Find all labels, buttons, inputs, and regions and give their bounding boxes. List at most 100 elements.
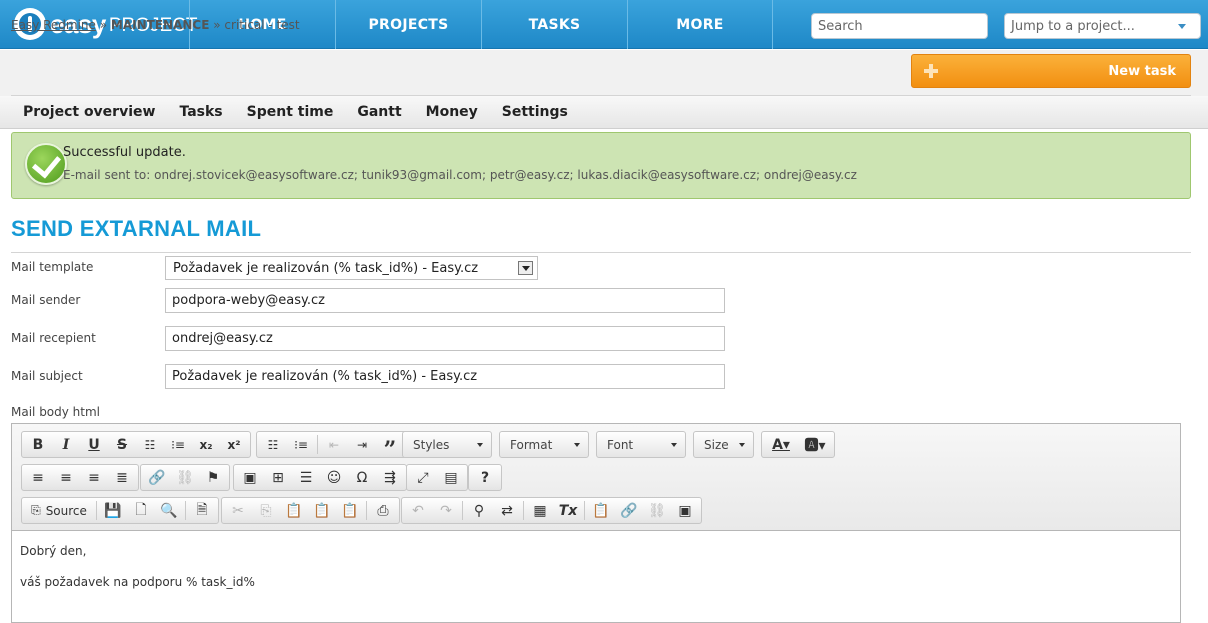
search-input[interactable] [811, 13, 988, 39]
text-color-icon[interactable]: A▾ [764, 431, 798, 458]
mail-sender-label: Mail sender [11, 293, 81, 307]
outdent-icon[interactable]: ⇤ [320, 431, 348, 458]
unlink-icon[interactable]: ⛓ [643, 497, 671, 524]
source-button[interactable]: ⎘ Source [24, 497, 94, 524]
mail-subject-input[interactable] [165, 364, 725, 389]
redo-icon[interactable]: ↷ [432, 497, 460, 524]
undo-icon[interactable]: ↶ [404, 497, 432, 524]
underline-icon[interactable]: U [80, 431, 108, 458]
italic-icon[interactable]: I [52, 431, 80, 458]
flash-title: Successful update. [63, 145, 186, 160]
tab-gantt[interactable]: Gantt [357, 104, 401, 120]
breadcrumb-project[interactable]: MAINTENANCE [111, 18, 210, 32]
horizontal-line-icon[interactable]: ☰ [292, 464, 320, 491]
mail-recipient-label: Mail recepient [11, 331, 96, 345]
align-left-icon[interactable]: ≡ [24, 464, 52, 491]
page-break-icon[interactable]: ⇶ [376, 464, 404, 491]
templates-icon[interactable]: 🗎 [188, 497, 216, 524]
breadcrumb-root-link[interactable]: Easy Redmine [11, 18, 96, 32]
remove-format-icon[interactable]: Tx [554, 497, 582, 524]
jump-to-project-select[interactable]: Jump to a project... [1004, 13, 1201, 39]
clipboard-group: ✂ ⎘ 📋 📋 📋 ⎙ [221, 497, 400, 524]
mail-sender-input[interactable] [165, 288, 725, 313]
paragraph-group: ☷ ⁝≡ ⇤ ⇥ ” [256, 431, 407, 461]
color-group: A▾ 🅰▾ [761, 431, 835, 458]
tab-settings[interactable]: Settings [502, 104, 568, 120]
superscript-icon[interactable]: x² [220, 431, 248, 458]
blockquote-icon[interactable]: ” [376, 431, 404, 461]
toolbar-separator [317, 435, 318, 454]
tab-money[interactable]: Money [426, 104, 478, 120]
help-icon[interactable]: ? [471, 464, 499, 491]
special-char-icon[interactable]: Ω [348, 464, 376, 491]
nav-more[interactable]: MORE [627, 0, 773, 49]
numbered-list-icon[interactable]: ☷ [136, 431, 164, 458]
tab-tasks[interactable]: Tasks [179, 104, 222, 120]
image-icon[interactable]: ▣ [671, 497, 699, 524]
mail-subject-label: Mail subject [11, 369, 83, 383]
editor-content[interactable]: Dobrý den, váš požadavek na podporu % ta… [20, 544, 255, 606]
smiley-icon[interactable]: ☺ [320, 464, 348, 491]
find-icon[interactable]: ⚲ [465, 497, 493, 524]
numbered-list-icon[interactable]: ☷ [259, 431, 287, 458]
breadcrumb-task: critical - test [224, 18, 300, 32]
background-color-icon[interactable]: 🅰▾ [798, 431, 832, 458]
source-icon: ⎘ [31, 503, 41, 517]
tab-project-overview[interactable]: Project overview [23, 104, 155, 120]
size-dropdown[interactable]: Size [693, 431, 754, 458]
breadcrumb-separator: » [213, 18, 221, 32]
page-title: SEND EXTARNAL MAIL [11, 216, 262, 241]
indent-icon[interactable]: ⇥ [348, 431, 376, 458]
bulleted-list-icon[interactable]: ⁝≡ [164, 431, 192, 458]
jump-placeholder: Jump to a project... [1011, 18, 1135, 34]
show-blocks-icon[interactable]: ▤ [437, 464, 465, 491]
font-dropdown[interactable]: Font [596, 431, 686, 458]
table-icon[interactable]: ⊞ [264, 464, 292, 491]
strikethrough-icon[interactable]: S [108, 431, 136, 458]
paste-word-icon[interactable]: 📋 [336, 497, 364, 524]
body-line: váš požadavek na podporu % task_id% [20, 575, 255, 589]
checkmark-icon [25, 143, 67, 185]
styles-dropdown[interactable]: Styles [402, 431, 492, 458]
new-task-button[interactable]: New task [911, 54, 1191, 88]
link-icon[interactable]: 🔗 [615, 497, 643, 524]
mail-recipient-input[interactable] [165, 326, 725, 351]
paste-icon[interactable]: 📋 [280, 497, 308, 524]
chevron-down-icon [518, 261, 533, 275]
select-all-icon[interactable]: ▦ [526, 497, 554, 524]
mail-template-select[interactable]: Požadavek je realizován (% task_id%) - E… [165, 256, 538, 280]
unlink-icon[interactable]: ⛓ [171, 464, 199, 491]
mail-body-label: Mail body html [11, 405, 101, 419]
nav-tasks[interactable]: TASKS [481, 0, 627, 49]
format-dropdown[interactable]: Format [499, 431, 589, 458]
project-menu: Project overview Tasks Spent time Gantt … [0, 96, 1208, 129]
subscript-icon[interactable]: x₂ [192, 431, 220, 458]
image-icon[interactable]: ▣ [236, 464, 264, 491]
replace-icon[interactable]: ⇄ [493, 497, 521, 524]
bulleted-list-icon[interactable]: ⁝≡ [287, 431, 315, 458]
breadcrumb-separator: » [99, 18, 108, 32]
paste-text-icon[interactable]: 📋 [308, 497, 336, 524]
toolbar-separator [366, 501, 367, 520]
nav-projects[interactable]: PROJECTS [335, 0, 481, 49]
links-group: 🔗 ⛓ ⚑ [140, 464, 230, 491]
toolbar-separator [584, 501, 585, 520]
copy-icon[interactable]: ⎘ [252, 497, 280, 524]
preview-icon[interactable]: 🔍 [155, 497, 183, 524]
paste-icon[interactable]: 📋 [587, 497, 615, 524]
align-center-icon[interactable]: ≡ [52, 464, 80, 491]
print-icon[interactable]: ⎙ [369, 497, 397, 524]
align-right-icon[interactable]: ≡ [80, 464, 108, 491]
save-icon[interactable]: 💾 [99, 497, 127, 524]
maximize-icon[interactable]: ⤢ [409, 464, 437, 491]
new-page-icon[interactable]: 🗋 [127, 497, 155, 524]
source-label: Source [45, 503, 87, 518]
success-flash: Successful update. E-mail sent to: ondre… [11, 132, 1191, 199]
cut-icon[interactable]: ✂ [224, 497, 252, 524]
anchor-flag-icon[interactable]: ⚑ [199, 464, 227, 491]
tab-spent-time[interactable]: Spent time [247, 104, 334, 120]
link-icon[interactable]: 🔗 [143, 464, 171, 491]
bold-icon[interactable]: B [24, 431, 52, 458]
justify-icon[interactable]: ≣ [108, 464, 136, 491]
editing-group: ↶ ↷ ⚲ ⇄ ▦ Tx 📋 🔗 ⛓ ▣ [401, 497, 702, 524]
